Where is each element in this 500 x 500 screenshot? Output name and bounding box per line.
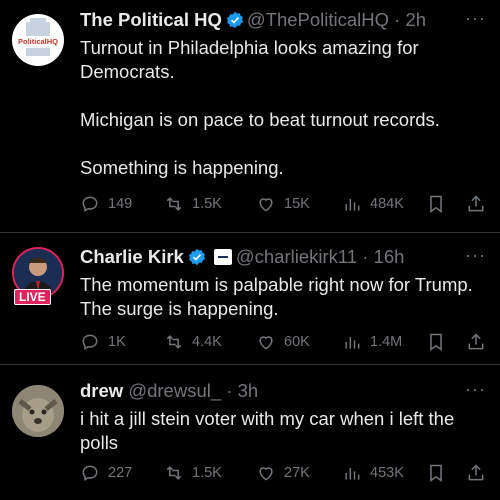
like-count: 60K [284,334,310,350]
views-button[interactable]: 1.4M [342,330,402,354]
tweet-actions: 227 1.5K 27K 453K [80,461,492,485]
views-count: 453K [370,465,404,481]
repost-count: 1.5K [192,196,222,212]
reply-count: 1K [108,334,126,350]
repost-icon [166,466,182,480]
views-chart-icon [345,199,360,211]
tweet-text: The momentum is palpable right now for T… [80,274,473,319]
reply-icon [82,334,98,351]
share-icon [468,195,484,212]
bookmark-button[interactable] [426,461,446,485]
tweet-text: i hit a jill stein voter with my car whe… [80,408,455,453]
verified-badge-icon [188,248,206,266]
heart-icon [259,336,273,350]
more-options-icon[interactable]: ··· [465,245,486,266]
bookmark-button[interactable] [426,330,446,354]
like-count: 27K [284,465,310,481]
reply-button[interactable]: 1K [80,330,126,354]
avatar[interactable]: PoliticalHQ [12,14,64,66]
affiliate-badge-icon [213,249,232,265]
views-count: 484K [370,196,404,212]
reply-count: 149 [108,196,133,212]
repost-count: 4.4K [192,334,222,350]
repost-count: 1.5K [192,465,222,481]
tweet-1[interactable]: PoliticalHQ The Political HQ @ThePolitica… [0,0,500,232]
reply-button[interactable]: 227 [80,461,132,485]
timeline-feed: PoliticalHQ The Political HQ @ThePolitica… [0,0,500,500]
dog-photo [12,385,64,437]
reply-button[interactable]: 149 [80,192,132,216]
views-button[interactable]: 484K [342,192,404,216]
live-badge: LIVE [14,289,51,305]
handle[interactable]: @ThePoliticalHQ [247,9,389,30]
political-hq-logo: PoliticalHQ [18,18,58,56]
bookmark-button[interactable] [426,192,446,216]
repost-button[interactable]: 1.5K [164,192,222,216]
reply-count: 227 [108,465,133,481]
bookmark-icon [430,195,442,213]
handle[interactable]: @drewsul_ [128,380,221,401]
handle[interactable]: @charliekirk11 [236,246,357,267]
tweet-3[interactable]: drew @drewsul_ · 3h ··· i hit a jill ste… [0,365,500,500]
like-button[interactable]: 15K [256,192,310,216]
repost-icon [166,197,182,211]
tweet-2[interactable]: LIVE Charlie Kirk @charliekirk11 · 16h ··… [0,233,500,363]
display-name[interactable]: drew [80,380,123,401]
reply-icon [82,196,98,213]
bookmark-icon [430,464,442,482]
display-name[interactable]: Charlie Kirk [80,246,184,267]
share-button[interactable] [466,330,486,354]
share-icon [468,333,484,350]
tweet-text: Turnout in Philadelphia looks amazing fo… [80,37,440,178]
tweet-header: The Political HQ @ThePoliticalHQ · 2h [80,8,426,32]
bookmark-icon [430,333,442,351]
repost-button[interactable]: 4.4K [164,330,222,354]
share-icon [468,464,484,481]
tweet-actions: 149 1.5K 15K 484K [80,192,492,216]
like-button[interactable]: 60K [256,330,310,354]
like-count: 15K [284,196,310,212]
views-count: 1.4M [370,334,403,350]
heart-icon [259,467,273,481]
tweet-header: drew @drewsul_ · 3h [80,379,258,403]
views-button[interactable]: 453K [342,461,404,485]
repost-icon [166,335,182,349]
repost-button[interactable]: 1.5K [164,461,222,485]
svg-text:PoliticalHQ: PoliticalHQ [18,37,58,46]
verified-badge-icon [226,11,244,29]
share-button[interactable] [466,192,486,216]
more-options-icon[interactable]: ··· [465,8,486,29]
timestamp[interactable]: · 3h [226,380,258,401]
avatar[interactable] [12,385,64,437]
timestamp[interactable]: · 16h [362,246,404,267]
heart-icon [259,198,273,212]
reply-icon [82,465,98,482]
views-chart-icon [345,468,360,480]
tweet-actions: 1K 4.4K 60K 1.4M [80,330,492,354]
timestamp[interactable]: · 2h [394,9,426,30]
like-button[interactable]: 27K [256,461,310,485]
share-button[interactable] [466,461,486,485]
more-options-icon[interactable]: ··· [465,379,486,400]
views-chart-icon [345,337,360,349]
tweet-header: Charlie Kirk @charliekirk11 · 16h [80,245,404,269]
display-name[interactable]: The Political HQ [80,9,222,30]
